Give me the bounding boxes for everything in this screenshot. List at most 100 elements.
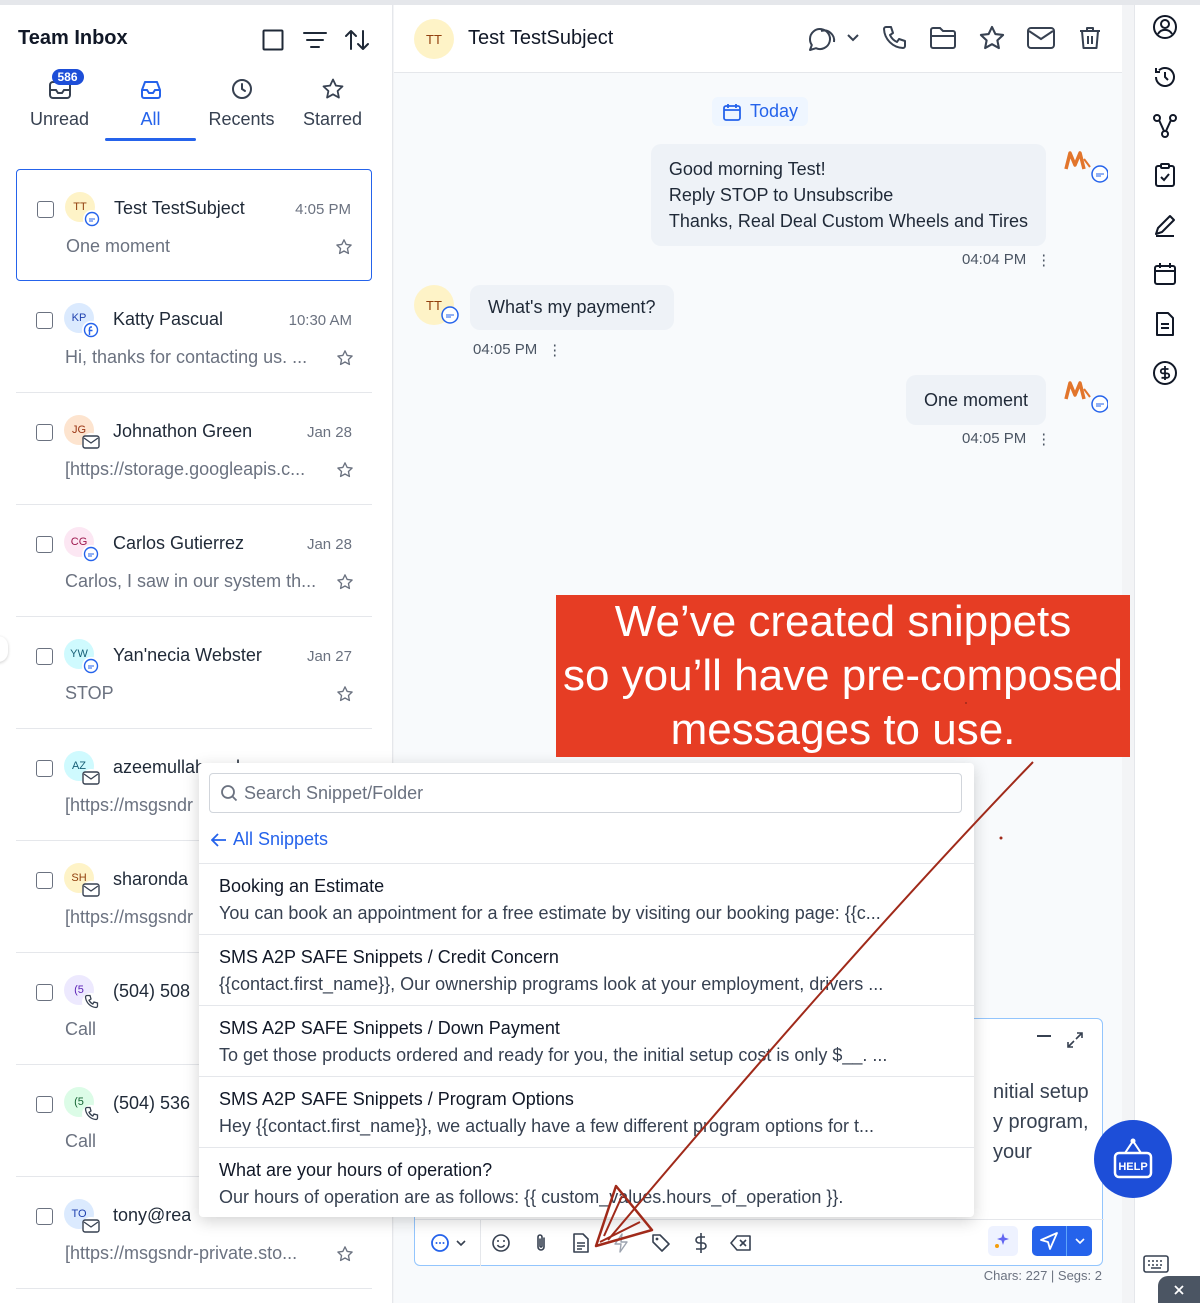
snippet-item[interactable]: Booking an Estimate You can book an appo… [199, 863, 974, 934]
contact-avatar: TT [414, 19, 454, 59]
folder-icon[interactable] [928, 24, 958, 52]
row-checkbox[interactable] [36, 984, 53, 1001]
email-icon [82, 881, 100, 899]
expand-icon[interactable] [1066, 1031, 1084, 1049]
tab-starred[interactable]: Starred [287, 75, 378, 137]
help-widget-button[interactable]: HELP [1094, 1120, 1172, 1198]
unread-badge: 586 [51, 69, 84, 85]
star-icon[interactable] [978, 24, 1006, 52]
mail-icon[interactable] [1026, 25, 1056, 51]
notes-pen-icon[interactable] [1143, 203, 1187, 247]
tag-icon[interactable] [641, 1223, 681, 1263]
tab-recents[interactable]: Recents [196, 75, 287, 137]
conversation-row[interactable]: YW Yan'necia Webster Jan 27 STOP [16, 617, 372, 729]
conversation-preview: [https://storage.googleapis.c... [65, 459, 306, 479]
payment-dollar-icon[interactable] [681, 1223, 721, 1263]
send-button[interactable] [1032, 1226, 1092, 1256]
star-icon[interactable] [336, 349, 354, 372]
conversation-preview: Call [65, 1019, 97, 1039]
all-snippets-back-link[interactable]: All Snippets [211, 829, 328, 850]
star-icon[interactable] [336, 1245, 354, 1268]
tab-unread[interactable]: 586 Unread [14, 69, 105, 137]
payments-dollar-icon[interactable] [1143, 351, 1187, 395]
row-checkbox[interactable] [36, 536, 53, 553]
phone-icon [82, 1105, 100, 1123]
star-icon[interactable] [336, 573, 354, 596]
row-checkbox[interactable] [36, 760, 53, 777]
row-checkbox[interactable] [36, 312, 53, 329]
snippet-item[interactable]: What are your hours of operation? Our ho… [199, 1147, 974, 1218]
row-checkbox[interactable] [36, 424, 53, 441]
message-menu-icon[interactable]: ⋮ [547, 341, 562, 359]
snippet-body: Hey {{contact.first_name}}, we actually … [219, 1116, 875, 1136]
conversation-time: Jan 27 [306, 648, 352, 665]
row-checkbox[interactable] [36, 1096, 53, 1113]
snippet-title: What are your hours of operation? [219, 1160, 493, 1180]
send-options-chevron-icon[interactable] [1066, 1226, 1092, 1256]
attachment-icon[interactable] [521, 1223, 561, 1263]
message-menu-icon[interactable]: ⋮ [1036, 251, 1051, 269]
document-icon[interactable] [1143, 302, 1187, 346]
minimize-icon[interactable] [1036, 1033, 1052, 1039]
workflow-icon[interactable] [1143, 104, 1187, 148]
snippet-icon[interactable] [561, 1223, 601, 1263]
star-icon[interactable] [335, 238, 353, 261]
trigger-link-icon[interactable] [601, 1223, 641, 1263]
chat-header: TT Test TestSubject [394, 5, 1122, 73]
tab-unread-label: Unread [29, 109, 90, 129]
send-icon [1032, 1226, 1066, 1256]
composer-text[interactable]: nitial setup y program, your [993, 1077, 1103, 1167]
conversation-row[interactable]: KP Katty Pascual 10:30 AM Hi, thanks for co… [16, 281, 372, 393]
arrow-left-icon [211, 832, 226, 847]
channel-select[interactable] [415, 1219, 481, 1266]
star-icon[interactable] [336, 461, 354, 484]
row-checkbox[interactable] [36, 1208, 53, 1225]
composer-line: nitial setup [993, 1081, 1089, 1103]
row-checkbox[interactable] [37, 201, 54, 218]
tasks-icon[interactable] [1143, 153, 1187, 197]
conversation-row[interactable]: JG Johnathon Green Jan 28 [https://storage.… [16, 393, 372, 505]
snippet-item[interactable]: SMS A2P SAFE Snippets / Program Options … [199, 1076, 974, 1147]
snippet-item[interactable]: SMS A2P SAFE Snippets / Down Payment To … [199, 1005, 974, 1076]
activity-history-icon[interactable] [1143, 55, 1187, 99]
calendar-icon[interactable] [1143, 252, 1187, 296]
conversation-preview: Call [65, 1131, 97, 1151]
chat-header-actions [806, 23, 1104, 53]
select-all-checkbox-icon[interactable] [260, 27, 286, 53]
sort-icon[interactable] [344, 27, 370, 53]
message-timestamp: 04:05 PM ⋮ [473, 341, 562, 359]
trash-icon[interactable] [1076, 24, 1104, 52]
snippet-item[interactable]: SMS A2P SAFE Snippets / Credit Concern {… [199, 934, 974, 1005]
conversation-name: tony@rea [113, 1205, 192, 1225]
chevron-down-icon [455, 1239, 466, 1246]
date-chip-label: Today [750, 101, 799, 121]
clear-icon[interactable] [721, 1223, 761, 1263]
calendar-icon [723, 103, 741, 121]
close-icon[interactable] [1158, 1276, 1200, 1303]
ai-assist-button[interactable] [988, 1226, 1018, 1256]
conversation-preview: Carlos, I saw in our system th... [65, 571, 317, 591]
row-checkbox[interactable] [36, 648, 53, 665]
message-menu-icon[interactable]: ⋮ [1036, 430, 1051, 448]
star-icon [322, 78, 343, 99]
composer-toolbar [415, 1219, 1104, 1266]
snippet-search-input[interactable] [244, 782, 944, 804]
row-checkbox[interactable] [36, 872, 53, 889]
callout-line: messages to use. [670, 705, 1016, 754]
help-sign-icon: HELP [1113, 1138, 1153, 1179]
facebook-icon [82, 321, 100, 339]
contact-profile-icon[interactable] [1143, 5, 1187, 49]
conversation-type-dropdown[interactable] [806, 23, 860, 53]
phone-icon [82, 993, 100, 1011]
star-icon[interactable] [336, 685, 354, 708]
filter-icon[interactable] [302, 27, 328, 53]
tab-all[interactable]: All [105, 75, 196, 141]
emoji-icon[interactable] [481, 1223, 521, 1263]
character-count: Chars: 227 | Segs: 2 [983, 1268, 1102, 1283]
contact-name[interactable]: Test TestSubject [468, 27, 613, 50]
snippets-popover: All Snippets Booking an Estimate You can… [199, 763, 974, 1217]
phone-icon[interactable] [880, 24, 908, 52]
conversation-row[interactable]: TT Test TestSubject 4:05 PM One moment [16, 169, 372, 281]
conversation-row[interactable]: CG Carlos Gutierrez Jan 28 Carlos, I saw in… [16, 505, 372, 617]
tab-all-label: All [140, 109, 161, 129]
